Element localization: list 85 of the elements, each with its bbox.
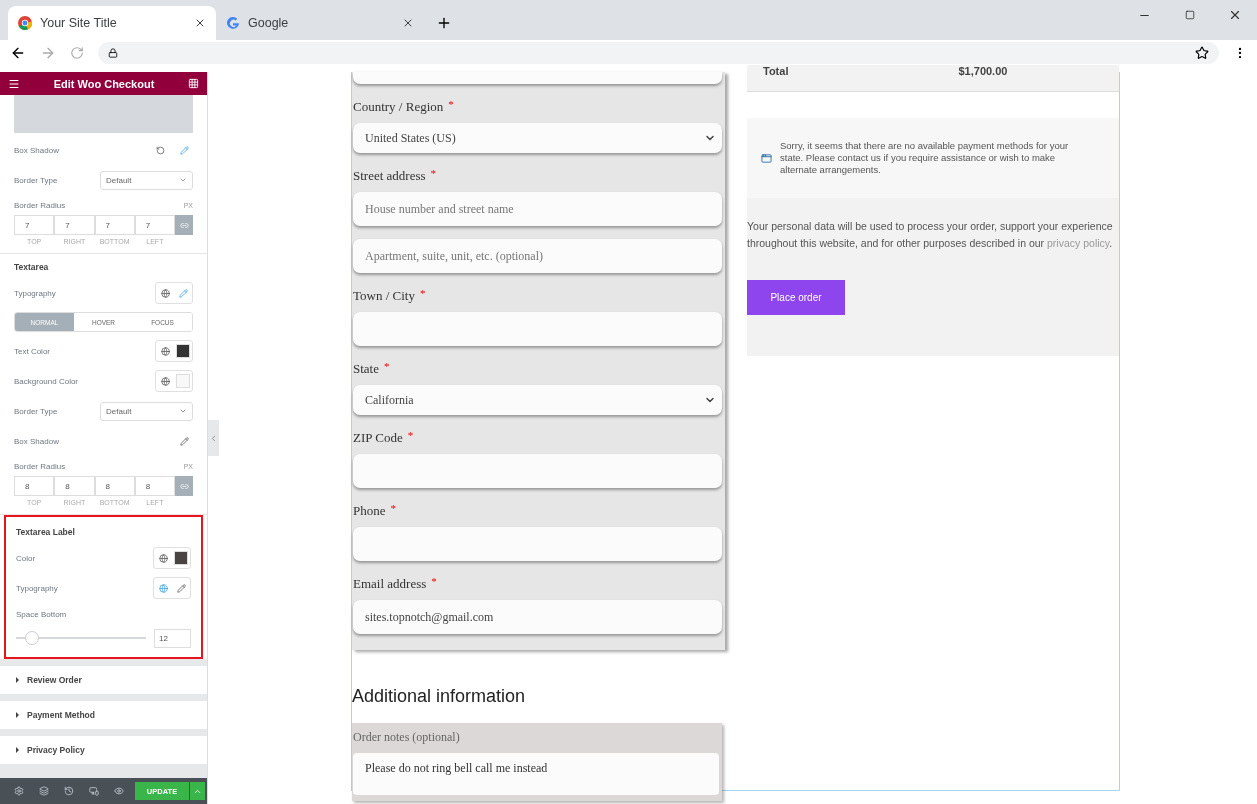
- required-mark: *: [407, 429, 414, 441]
- dimension-field[interactable]: 8: [134, 476, 175, 496]
- link-icon[interactable]: [175, 215, 193, 235]
- control-label: Text Color: [14, 346, 50, 356]
- notice-text: Sorry, it seems that there are no available payment methods for your state. Please contact us if you require assistance or wish to make alternate arrangements.: [780, 140, 1070, 176]
- color-swatch[interactable]: [176, 344, 190, 358]
- privacy-text: Your personal data will be used to process your order, support your experience throughout this website, and for other purposes described in our privacy policy.: [747, 219, 1114, 251]
- control-label: Box Shadow: [14, 145, 59, 155]
- select-field[interactable]: Default: [100, 170, 193, 190]
- collapse-handle[interactable]: [208, 420, 219, 456]
- required-mark: *: [448, 98, 454, 110]
- browser-tab[interactable]: Google: [216, 6, 424, 40]
- collapsed-section[interactable]: Privacy Policy: [0, 736, 207, 764]
- input-field[interactable]: House number and street name: [353, 192, 722, 226]
- number-field[interactable]: 12: [154, 628, 191, 648]
- field-label: State *: [353, 359, 391, 378]
- lock-icon: [108, 48, 118, 58]
- required-mark: *: [431, 575, 437, 587]
- window-icon: [761, 152, 772, 164]
- menu-icon[interactable]: [8, 77, 20, 90]
- field-label: Country / Region *: [353, 97, 455, 116]
- star-icon[interactable]: [1195, 46, 1209, 60]
- g-logo-icon: [226, 16, 240, 30]
- new-tab-icon[interactable]: [436, 15, 452, 31]
- section-heading: Textarea Label: [16, 526, 76, 539]
- field-label: Order notes (optional): [353, 728, 461, 746]
- input-field[interactable]: [353, 72, 722, 84]
- reload-icon[interactable]: [70, 46, 84, 60]
- dimension-field[interactable]: 8: [54, 476, 95, 496]
- required-mark: *: [430, 167, 437, 179]
- place-order-button[interactable]: Place order: [747, 280, 845, 315]
- total-amount: $1,700.00: [958, 65, 1008, 77]
- dimension-field[interactable]: 7: [134, 215, 175, 235]
- control-label: Border Type: [14, 175, 58, 185]
- total-label: Total: [763, 65, 789, 77]
- select-field[interactable]: California: [353, 385, 722, 415]
- dimension-field[interactable]: 7: [14, 215, 55, 235]
- field-label: Phone *: [353, 501, 397, 520]
- forward-icon[interactable]: [40, 45, 56, 61]
- field-label: Email address *: [353, 574, 438, 593]
- field-label: Street address *: [353, 166, 438, 185]
- collapsed-section[interactable]: Review Order: [0, 666, 207, 694]
- control-label: Typography: [16, 583, 58, 593]
- section-heading: Textarea: [14, 261, 50, 274]
- control-label: Box Shadow: [14, 436, 59, 446]
- input-field[interactable]: sites.topnotch@gmail.com: [353, 600, 722, 634]
- color-swatch[interactable]: [176, 374, 190, 388]
- section-heading: Additional information: [352, 686, 527, 707]
- field-label: ZIP Code *: [353, 428, 415, 447]
- input-field[interactable]: [353, 527, 722, 561]
- collapsed-section[interactable]: Payment Method: [0, 701, 207, 729]
- select-field[interactable]: Default: [100, 401, 193, 421]
- dimension-field[interactable]: 7: [54, 215, 95, 235]
- notes-field[interactable]: Please do not ring bell call me instead: [353, 753, 719, 795]
- field-label: Town / City *: [353, 286, 427, 305]
- grid-icon[interactable]: [188, 78, 199, 89]
- control-label: Color: [16, 553, 36, 563]
- close-icon[interactable]: [402, 17, 414, 29]
- chevron-icon: [179, 407, 187, 415]
- browser-logo-icon: [18, 16, 32, 30]
- browser-tab[interactable]: Your Site Title: [8, 6, 216, 40]
- control-label: Border Type: [14, 406, 58, 416]
- control-label: Border Radius: [14, 200, 66, 210]
- control-label: Typography: [14, 288, 56, 298]
- input-field[interactable]: [353, 454, 722, 488]
- address-field[interactable]: [98, 42, 1219, 64]
- control-label: Background Color: [14, 376, 79, 386]
- back-icon[interactable]: [10, 45, 26, 61]
- close-icon[interactable]: [194, 17, 206, 29]
- control-label: Border Radius: [14, 461, 66, 471]
- required-mark: *: [390, 502, 396, 514]
- panel-title: Edit Woo Checkout: [53, 77, 155, 90]
- color-swatch[interactable]: [174, 551, 188, 565]
- dimension-field[interactable]: 8: [94, 476, 135, 496]
- required-mark: *: [384, 360, 390, 372]
- link-icon[interactable]: [175, 476, 193, 496]
- slider-thumb[interactable]: [24, 631, 39, 645]
- dimension-field[interactable]: 8: [14, 476, 55, 496]
- required-mark: *: [419, 287, 426, 299]
- select-field[interactable]: United States (US): [353, 123, 722, 153]
- input-field[interactable]: [353, 312, 722, 346]
- dimension-field[interactable]: 7: [94, 215, 135, 235]
- chevron-icon: [179, 176, 187, 184]
- input-field[interactable]: Apartment, suite, unit, etc. (optional): [353, 239, 722, 273]
- control-label: Space Bottom: [16, 609, 67, 619]
